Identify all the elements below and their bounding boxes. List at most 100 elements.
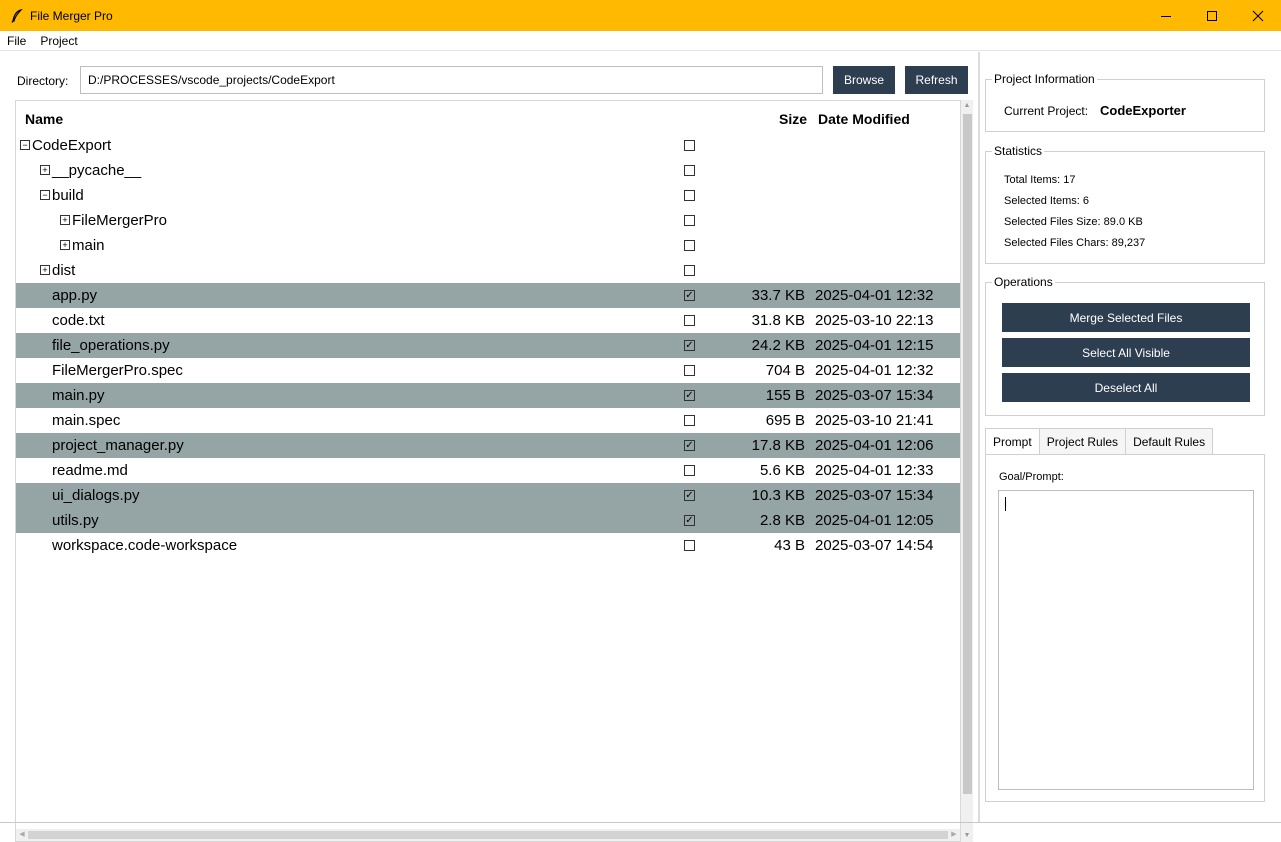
select-checkbox[interactable]: ✓ xyxy=(684,390,695,401)
tree-item-name: utils.py xyxy=(52,512,99,529)
tree-item-size: 31.8 KB xyxy=(751,312,805,329)
tab-prompt[interactable]: Prompt xyxy=(985,428,1040,455)
tree-file-row[interactable]: workspace.code-workspace 43 B 2025-03-07 1… xyxy=(16,533,960,558)
select-checkbox[interactable] xyxy=(684,140,695,151)
select-checkbox[interactable] xyxy=(684,465,695,476)
horizontal-scrollbar[interactable]: ◀ ▶ xyxy=(16,829,960,841)
collapse-icon[interactable]: − xyxy=(20,140,30,150)
select-checkbox[interactable] xyxy=(684,415,695,426)
vertical-scroll-thumb[interactable] xyxy=(963,114,972,794)
tab-project-rules[interactable]: Project Rules xyxy=(1038,428,1127,454)
menu-bar: File Project xyxy=(0,31,1281,51)
stat-selected-items: Selected Items: 6 xyxy=(1004,195,1089,207)
tree-item-date: 2025-04-01 12:06 xyxy=(815,437,934,454)
expand-icon[interactable]: + xyxy=(40,265,50,275)
scroll-down-icon[interactable]: ▼ xyxy=(961,830,973,842)
tree-file-row[interactable]: utils.py ✓ 2.8 KB 2025-04-01 12:05 xyxy=(16,508,960,533)
tree-item-name: dist xyxy=(52,262,76,279)
select-checkbox[interactable] xyxy=(684,265,695,276)
select-checkbox[interactable]: ✓ xyxy=(684,440,695,451)
tree-item-size: 5.6 KB xyxy=(759,462,805,479)
tree-folder-row[interactable]: + main xyxy=(16,233,960,258)
select-checkbox[interactable]: ✓ xyxy=(684,290,695,301)
tree-item-date: 2025-03-07 15:34 xyxy=(815,387,934,404)
scroll-left-icon[interactable]: ◀ xyxy=(16,829,28,841)
tree-folder-row[interactable]: + __pycache__ xyxy=(16,158,960,183)
tree-item-name: main xyxy=(72,237,105,254)
tree-item-date: 2025-03-10 22:13 xyxy=(815,312,934,329)
tree-item-date: 2025-04-01 12:05 xyxy=(815,512,934,529)
tree-file-row[interactable]: project_manager.py ✓ 17.8 KB 2025-04-01 12:… xyxy=(16,433,960,458)
tree-item-name: ui_dialogs.py xyxy=(52,487,140,504)
vertical-scrollbar[interactable]: ▲ ▼ xyxy=(961,100,973,842)
statistics-group: Statistics Total Items: 17 Selected Item… xyxy=(985,144,1265,264)
select-checkbox[interactable] xyxy=(684,540,695,551)
tree-item-date: 2025-04-01 12:15 xyxy=(815,337,934,354)
window-title: File Merger Pro xyxy=(30,8,113,23)
directory-input[interactable] xyxy=(80,66,823,94)
prompt-tab-panel: Goal/Prompt: xyxy=(985,454,1265,802)
expand-icon[interactable]: + xyxy=(60,215,70,225)
tab-bar: Prompt Project Rules Default Rules xyxy=(985,428,1265,455)
merge-selected-button[interactable]: Merge Selected Files xyxy=(1002,303,1250,332)
text-caret xyxy=(1005,497,1006,511)
tree-rows: − CodeExport + __pycache__ − build + FileMerger… xyxy=(16,133,960,558)
menu-file[interactable]: File xyxy=(0,34,33,48)
tree-item-name: build xyxy=(52,187,84,204)
close-icon xyxy=(1252,10,1264,21)
tab-default-rules[interactable]: Default Rules xyxy=(1125,428,1214,454)
select-checkbox[interactable]: ✓ xyxy=(684,340,695,351)
tree-item-date: 2025-04-01 12:32 xyxy=(815,287,934,304)
column-header-size[interactable]: Size xyxy=(779,111,807,127)
tree-folder-row[interactable]: − CodeExport xyxy=(16,133,960,158)
pane-divider[interactable] xyxy=(978,52,980,822)
select-checkbox[interactable]: ✓ xyxy=(684,490,695,501)
expand-icon[interactable]: + xyxy=(60,240,70,250)
tree-item-date: 2025-04-01 12:33 xyxy=(815,462,934,479)
scroll-up-icon[interactable]: ▲ xyxy=(961,100,973,112)
project-info-group: Project Information Current Project: Cod… xyxy=(985,72,1265,132)
close-button[interactable] xyxy=(1235,0,1281,31)
tree-folder-row[interactable]: − build xyxy=(16,183,960,208)
select-checkbox[interactable]: ✓ xyxy=(684,515,695,526)
scroll-right-icon[interactable]: ▶ xyxy=(948,829,960,841)
select-all-visible-button[interactable]: Select All Visible xyxy=(1002,338,1250,367)
deselect-all-button[interactable]: Deselect All xyxy=(1002,373,1250,402)
tree-file-row[interactable]: main.py ✓ 155 B 2025-03-07 15:34 xyxy=(16,383,960,408)
browse-button[interactable]: Browse xyxy=(833,66,895,94)
tree-item-name: file_operations.py xyxy=(52,337,170,354)
select-checkbox[interactable] xyxy=(684,365,695,376)
select-checkbox[interactable] xyxy=(684,315,695,326)
maximize-icon xyxy=(1207,10,1217,21)
refresh-button[interactable]: Refresh xyxy=(905,66,968,94)
tree-folder-row[interactable]: + FileMergerPro xyxy=(16,208,960,233)
tree-file-row[interactable]: main.spec 695 B 2025-03-10 21:41 xyxy=(16,408,960,433)
select-checkbox[interactable] xyxy=(684,165,695,176)
tree-file-row[interactable]: app.py ✓ 33.7 KB 2025-04-01 12:32 xyxy=(16,283,960,308)
tree-folder-row[interactable]: + dist xyxy=(16,258,960,283)
minimize-button[interactable] xyxy=(1143,0,1189,31)
directory-label: Directory: xyxy=(17,74,69,88)
tree-item-name: app.py xyxy=(52,287,98,304)
maximize-button[interactable] xyxy=(1189,0,1235,31)
tree-item-size: 17.8 KB xyxy=(751,437,805,454)
select-checkbox[interactable] xyxy=(684,240,695,251)
column-header-date[interactable]: Date Modified xyxy=(818,111,910,127)
menu-project[interactable]: Project xyxy=(33,34,84,48)
goal-prompt-textarea[interactable] xyxy=(998,490,1254,790)
tree-item-name: FileMergerPro.spec xyxy=(52,362,183,379)
tree-item-size: 704 B xyxy=(765,362,805,379)
collapse-icon[interactable]: − xyxy=(40,190,50,200)
tree-file-row[interactable]: code.txt 31.8 KB 2025-03-10 22:13 xyxy=(16,308,960,333)
select-checkbox[interactable] xyxy=(684,215,695,226)
expand-icon[interactable]: + xyxy=(40,165,50,175)
tree-file-row[interactable]: FileMergerPro.spec 704 B 2025-04-01 12:32 xyxy=(16,358,960,383)
horizontal-scroll-thumb[interactable] xyxy=(28,831,948,839)
column-header-name[interactable]: Name xyxy=(25,111,63,127)
select-checkbox[interactable] xyxy=(684,190,695,201)
tree-file-row[interactable]: ui_dialogs.py ✓ 10.3 KB 2025-03-07 15:34 xyxy=(16,483,960,508)
tree-file-row[interactable]: readme.md 5.6 KB 2025-04-01 12:33 xyxy=(16,458,960,483)
tree-file-row[interactable]: file_operations.py ✓ 24.2 KB 2025-04-01 12:… xyxy=(16,333,960,358)
file-tree[interactable]: Name Size Date Modified − CodeExport + __py… xyxy=(15,100,961,842)
project-info-legend: Project Information xyxy=(992,72,1097,86)
